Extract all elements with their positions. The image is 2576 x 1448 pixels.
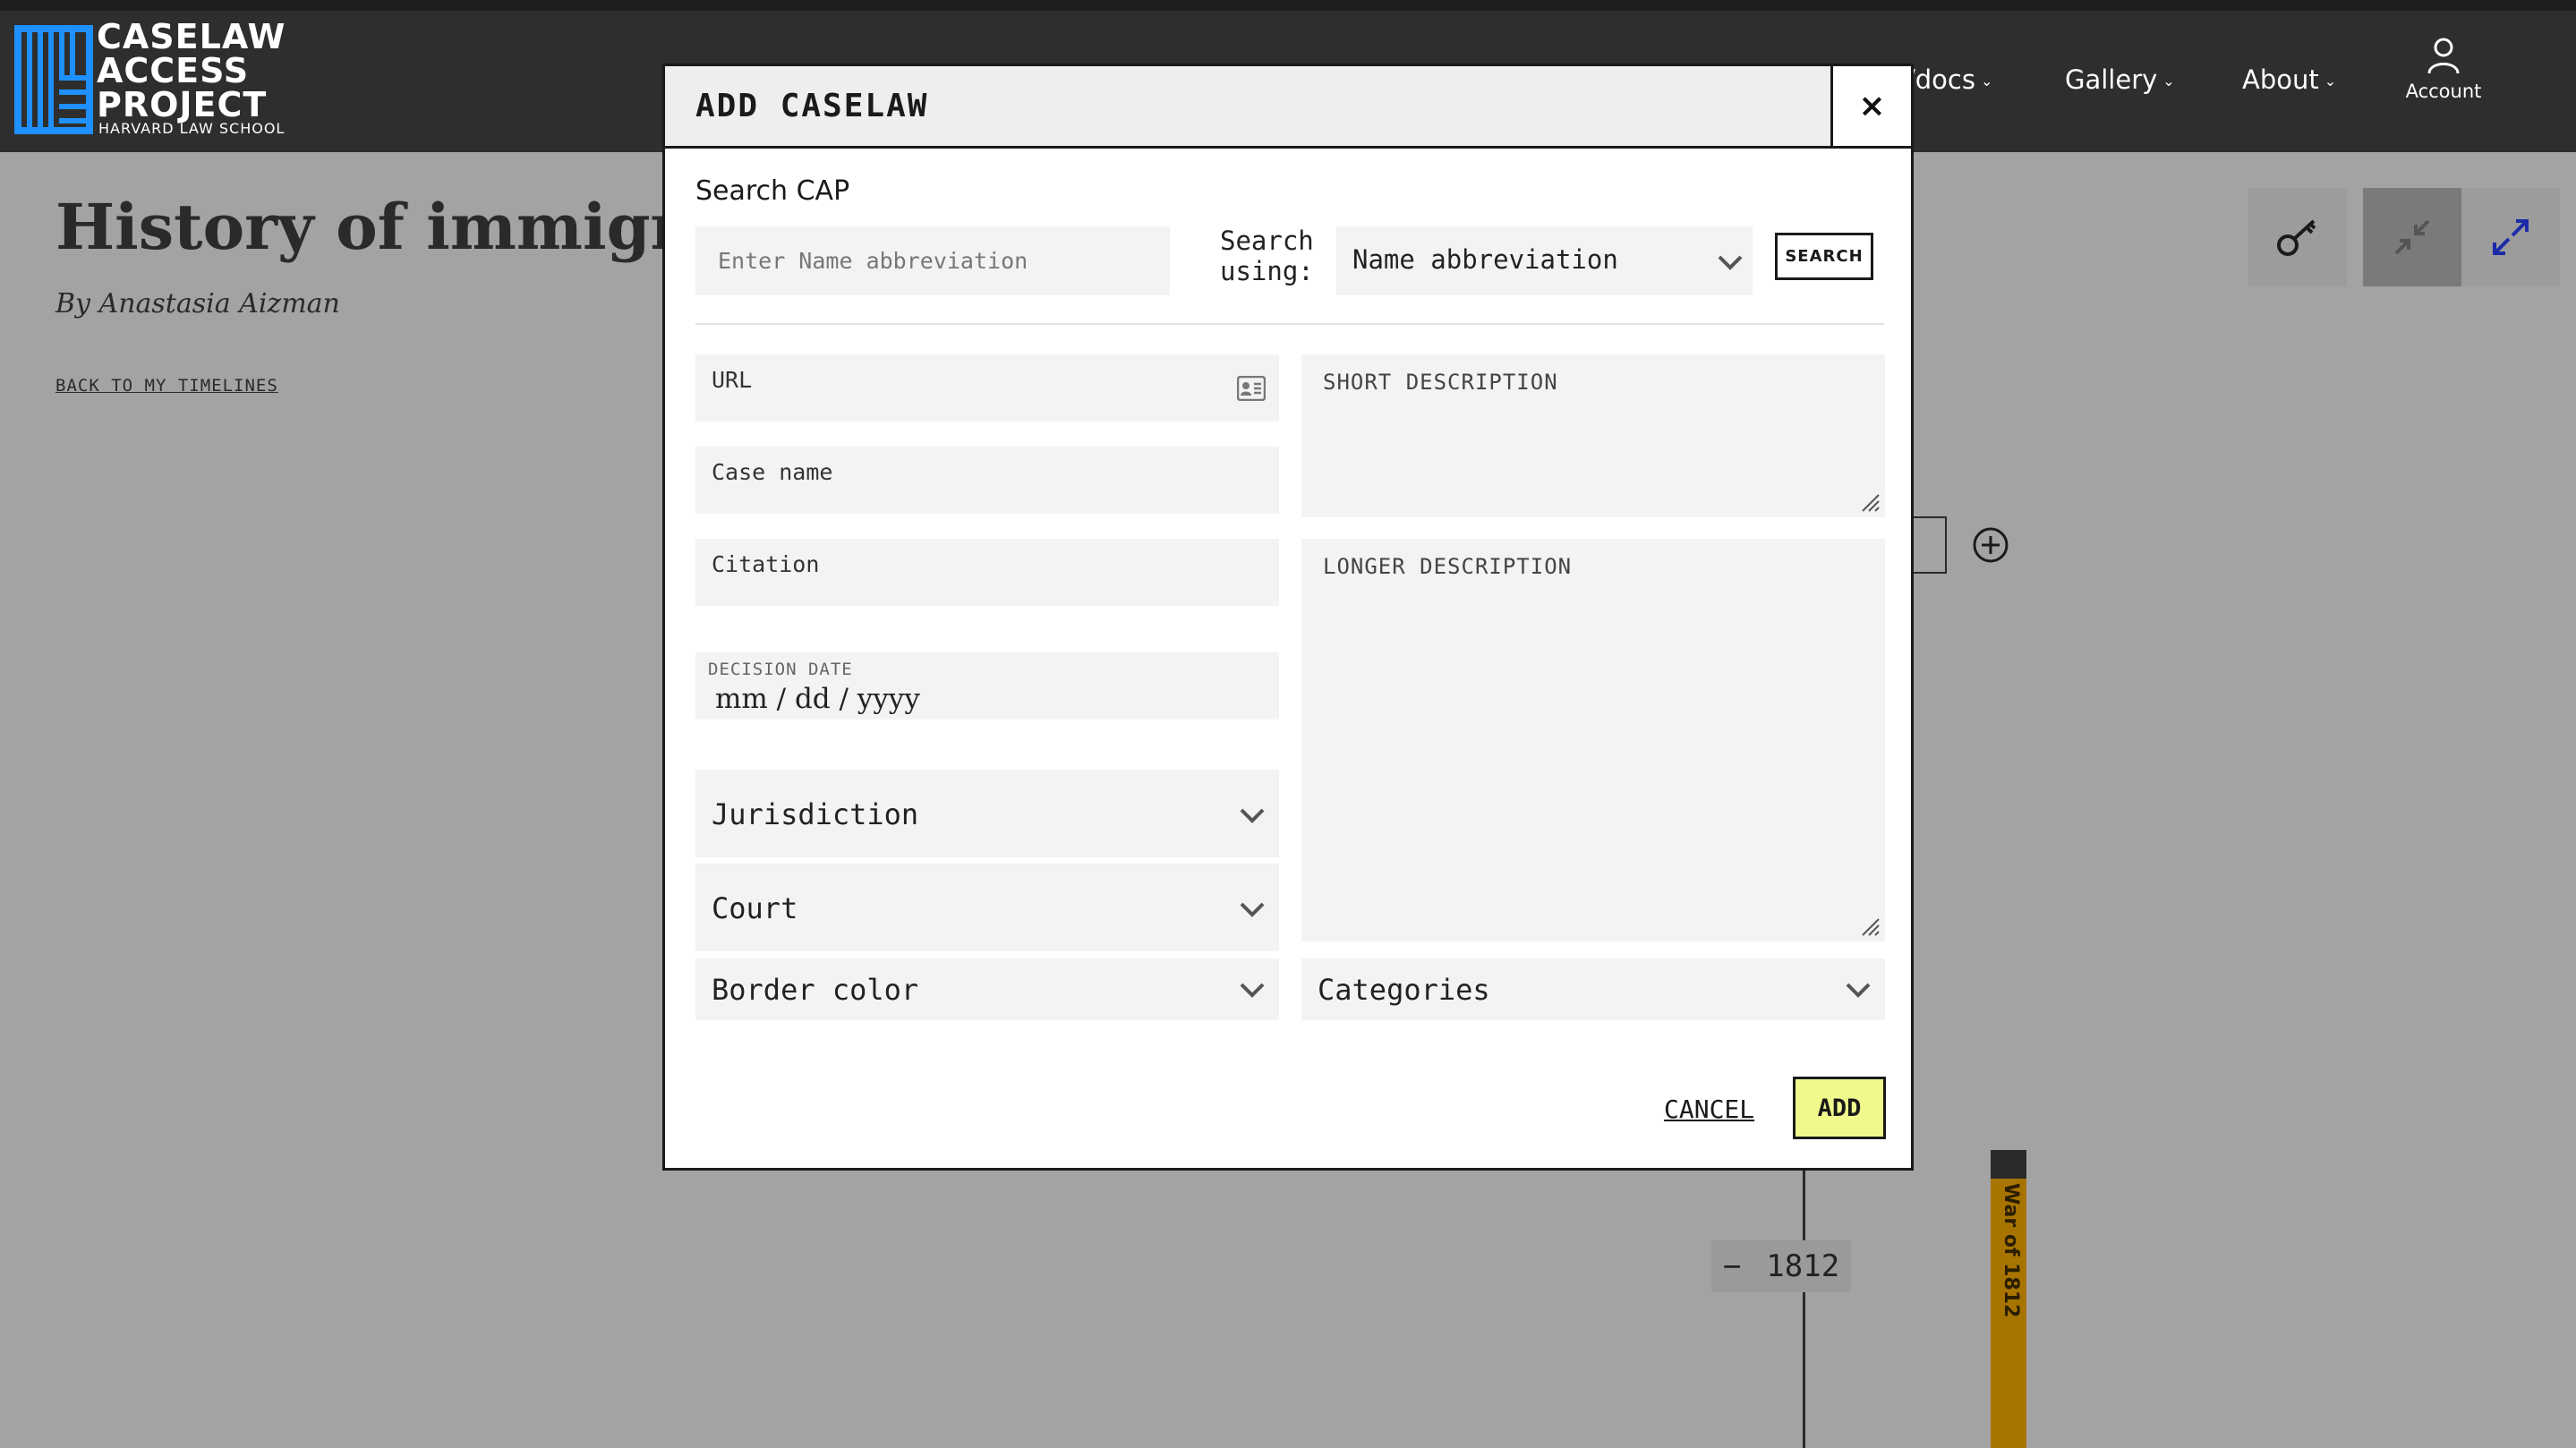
modal-header: ADD CASELAW: [665, 66, 1911, 149]
logo-line-3: PROJECT: [97, 85, 268, 124]
chevron-down-icon: [1240, 808, 1265, 823]
page-author: By Anastasia Aizman: [55, 288, 340, 319]
longer-description-textarea[interactable]: LONGER DESCRIPTION: [1301, 539, 1885, 941]
court-label: Court: [712, 891, 798, 925]
border-color-label: Border color: [712, 973, 919, 1007]
search-button[interactable]: SEARCH: [1775, 233, 1873, 280]
citation-label: Citation: [712, 551, 820, 577]
add-button[interactable]: ADD: [1793, 1077, 1886, 1139]
resize-handle-icon[interactable]: [1861, 917, 1881, 937]
jurisdiction-select[interactable]: Jurisdiction: [695, 770, 1279, 857]
chevron-down-icon: [1846, 983, 1871, 998]
year-label: 1812: [1766, 1248, 1840, 1284]
search-using-line-2: using:: [1220, 256, 1314, 286]
categories-label: Categories: [1318, 973, 1490, 1007]
decision-date-placeholder: mm / dd / yyyy: [715, 683, 920, 715]
key-button[interactable]: [2248, 188, 2347, 286]
event-label: War of 1812: [2000, 1183, 2022, 1318]
case-name-field[interactable]: Case name: [695, 447, 1279, 514]
contact-card-icon: [1237, 376, 1266, 401]
modal-title: ADD CASELAW: [695, 88, 929, 124]
search-using-select[interactable]: Name abbreviation: [1336, 226, 1753, 295]
user-icon: [2427, 38, 2460, 74]
chevron-down-icon: ⌄: [1980, 72, 1993, 89]
chevron-down-icon: [1718, 255, 1743, 270]
search-using-value: Name abbreviation: [1352, 244, 1618, 275]
nav-label: About: [2242, 64, 2319, 95]
year-marker: − 1812: [1711, 1240, 1851, 1292]
chevron-down-icon: ⌄: [2324, 72, 2337, 89]
search-using-label: Search using:: [1220, 226, 1314, 286]
collapse-year-icon[interactable]: −: [1723, 1248, 1741, 1284]
add-caselaw-modal: ADD CASELAW × Search CAP Search using: N…: [662, 64, 1914, 1171]
nav-label: Gallery: [2065, 64, 2158, 95]
chevron-down-icon: [1240, 983, 1265, 998]
short-description-textarea[interactable]: SHORT DESCRIPTION: [1301, 354, 1885, 517]
section-divider: [695, 323, 1884, 325]
nav-item-gallery[interactable]: Gallery ⌄: [2065, 64, 2175, 95]
url-label: URL: [712, 367, 753, 393]
border-color-select[interactable]: Border color: [695, 958, 1279, 1020]
logo-line-1: CASELAW: [97, 17, 286, 56]
decision-date-field[interactable]: DECISION DATE mm / dd / yyyy: [695, 652, 1279, 720]
short-description-label: SHORT DESCRIPTION: [1323, 370, 1558, 395]
logo-subtitle: HARVARD LAW SCHOOL: [98, 120, 286, 137]
timeline-axis: [1803, 1163, 1805, 1448]
search-cap-label: Search CAP: [695, 175, 850, 207]
cap-logo-icon[interactable]: [14, 25, 93, 134]
nav-item-docs[interactable]: /docs ⌄: [1906, 64, 1992, 95]
nav-label: /docs: [1906, 64, 1975, 95]
close-button[interactable]: ×: [1830, 64, 1914, 149]
longer-description-label: LONGER DESCRIPTION: [1323, 554, 1573, 579]
shrink-icon: [2394, 219, 2430, 255]
event-bar-cap: [1991, 1150, 2026, 1179]
categories-select[interactable]: Categories: [1301, 958, 1885, 1020]
expand-icon: [2493, 219, 2529, 255]
shrink-button[interactable]: [2363, 188, 2461, 286]
nav-item-about[interactable]: About ⌄: [2242, 64, 2336, 95]
case-name-label: Case name: [712, 459, 833, 485]
expand-button[interactable]: [2461, 188, 2560, 286]
browser-strip: [0, 0, 2576, 11]
citation-field[interactable]: Citation: [695, 539, 1279, 606]
close-icon: ×: [1858, 88, 1886, 124]
search-input[interactable]: [695, 226, 1170, 295]
resize-handle-icon[interactable]: [1861, 493, 1881, 513]
account-button[interactable]: Account: [2399, 36, 2488, 102]
logo-wordmark[interactable]: CASELAW ACCESS PROJECT: [97, 20, 286, 122]
add-circle-icon[interactable]: [1972, 526, 2009, 564]
chevron-down-icon: ⌄: [2162, 72, 2175, 89]
chevron-down-icon: [1240, 902, 1265, 917]
decision-date-label: DECISION DATE: [708, 660, 853, 679]
url-field[interactable]: URL: [695, 354, 1279, 422]
jurisdiction-label: Jurisdiction: [712, 797, 919, 831]
account-label: Account: [2405, 81, 2482, 102]
court-select[interactable]: Court: [695, 864, 1279, 951]
key-icon: [2277, 219, 2316, 256]
logo-line-2: ACCESS: [97, 51, 250, 90]
back-to-timelines-link[interactable]: BACK TO MY TIMELINES: [55, 376, 278, 396]
cancel-button[interactable]: CANCEL: [1664, 1095, 1754, 1124]
search-using-line-1: Search: [1220, 226, 1314, 256]
